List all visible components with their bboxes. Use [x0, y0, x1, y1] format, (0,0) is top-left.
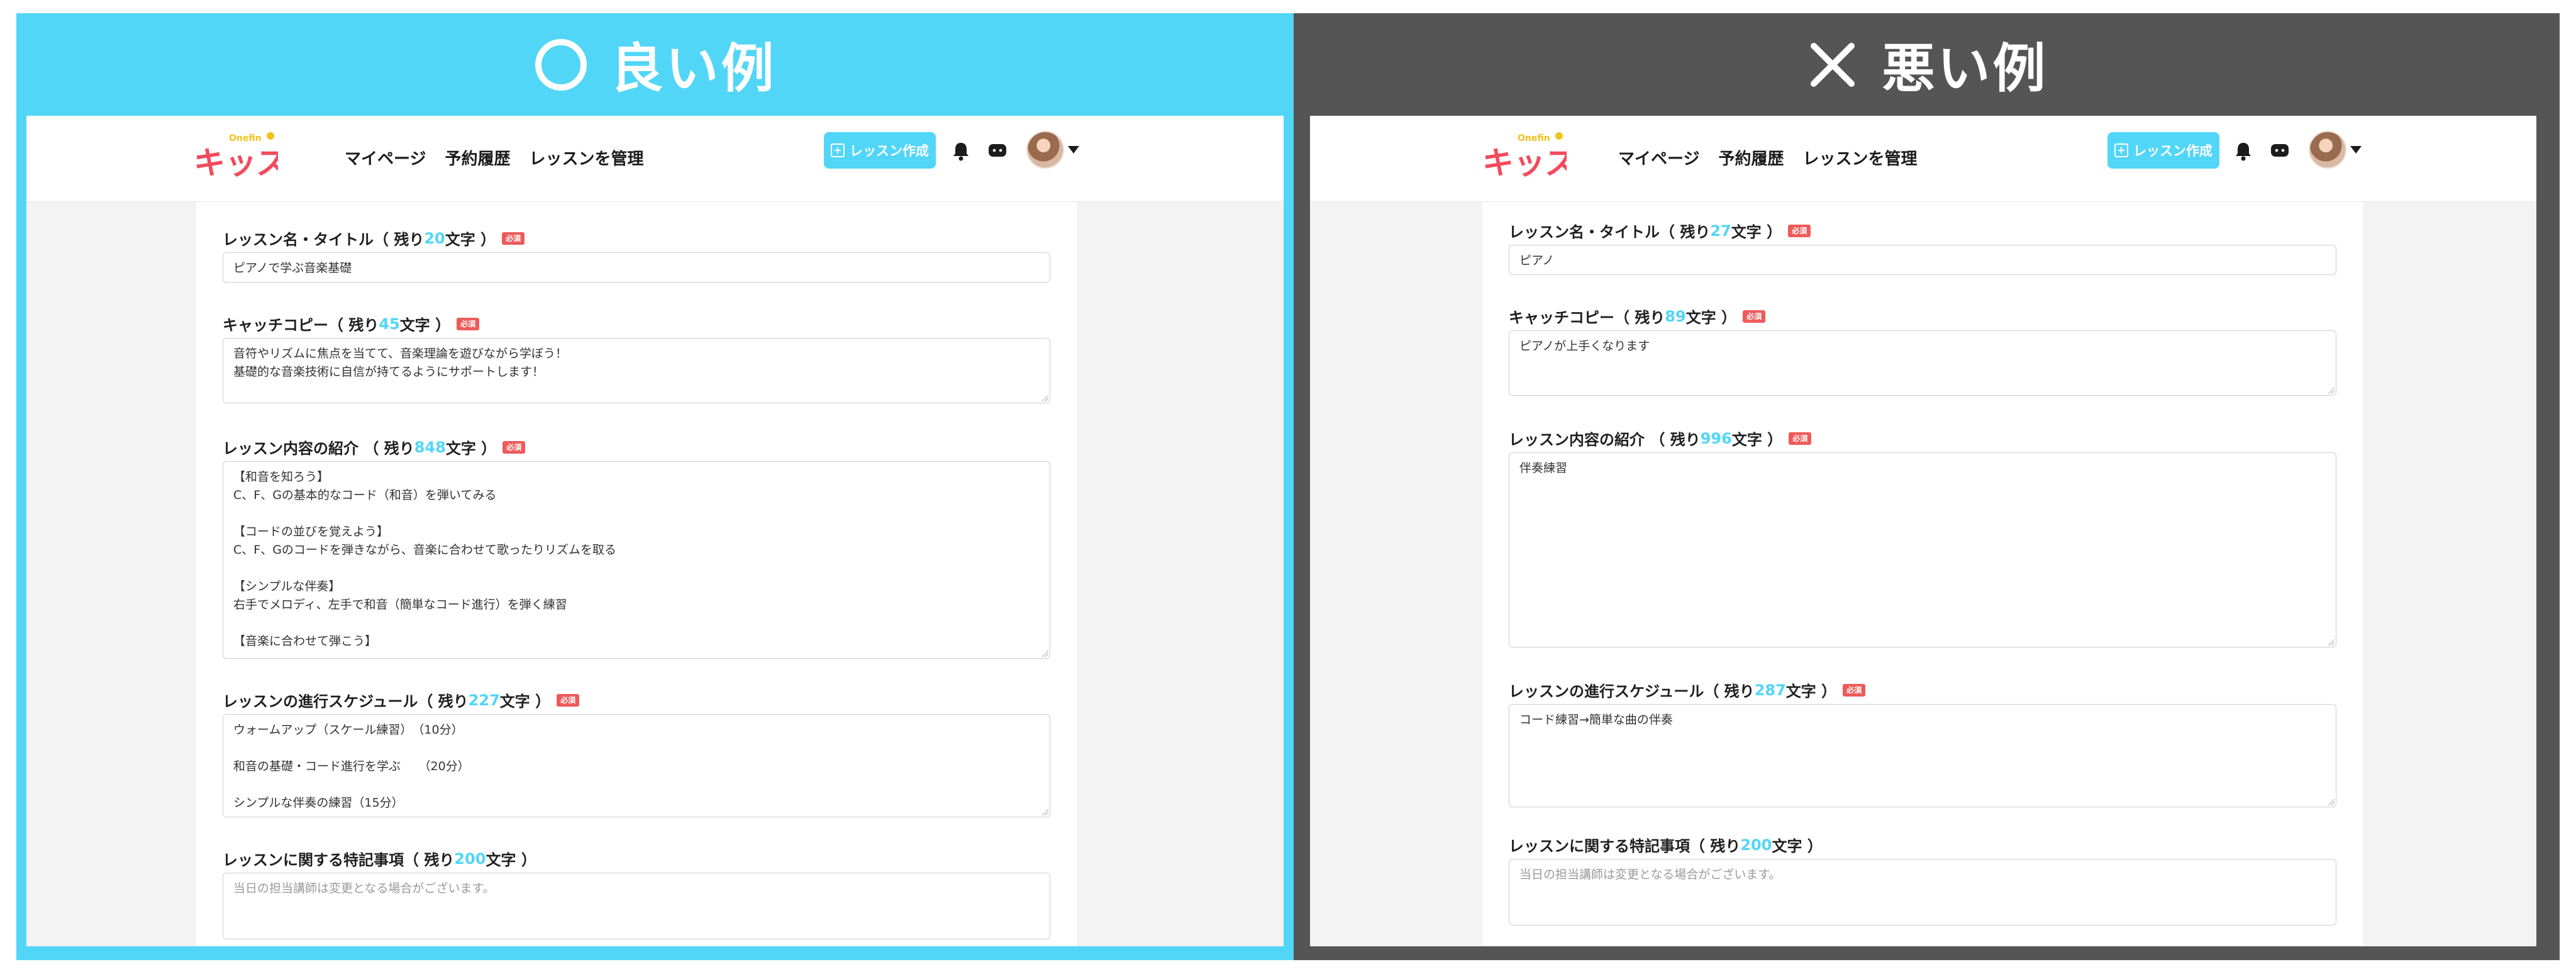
logo-main-text: キッズ: [194, 145, 278, 181]
required-badge: 必須: [1788, 224, 1811, 237]
create-lesson-label: レッスン作成: [850, 143, 929, 159]
cross-bad-icon: [1811, 42, 1855, 87]
bad-example-header: 悪い例: [1294, 13, 2560, 116]
main-nav: マイページ 予約履歴 レッスンを管理: [1618, 146, 1918, 169]
remaining-count: 27: [1710, 221, 1731, 240]
nav-manage-lessons[interactable]: レッスンを管理: [1803, 146, 1918, 169]
bell-icon[interactable]: [2232, 140, 2255, 162]
logo-small-text: Onefin: [229, 133, 262, 143]
field-catchcopy: キャッチコピー（ 残り 45 文字 ）必須 音符やリズムに焦点を当てて、音楽理論を遊…: [223, 313, 1050, 403]
lesson-title-input[interactable]: ピアノ: [1509, 245, 2336, 275]
remaining-count: 200: [1740, 836, 1772, 854]
good-example-title: 良い例: [610, 38, 777, 99]
bad-app-window: Onefin キッズ マイページ 予約履歴 レッスンを管理 レッスン作成 レッス…: [1310, 116, 2536, 946]
remaining-count: 89: [1665, 307, 1686, 325]
field-catchcopy: キャッチコピー（ 残り 89 文字 ）必須 ピアノが上手くなります: [1509, 305, 2336, 396]
field-schedule: レッスンの進行スケジュール（ 残り 227 文字 ）必須 ウォームアップ（スケール練…: [223, 689, 1050, 817]
field-notes: レッスンに関する特記事項（ 残り 200 文字 ） 当日の担当講師は変更となる場合が…: [223, 848, 1050, 939]
notes-textarea[interactable]: 当日の担当講師は変更となる場合がございます。: [1509, 859, 2336, 926]
field-label: キャッチコピー（ 残り 89 文字 ）必須: [1509, 305, 2336, 327]
chat-icon[interactable]: [2268, 140, 2291, 162]
circle-good-icon: [535, 38, 587, 91]
field-label: レッスン内容の紹介 （ 残り 996 文字 ）必須: [1509, 427, 2336, 449]
avatar[interactable]: [2309, 131, 2346, 169]
remaining-count: 996: [1700, 429, 1732, 447]
plus-icon: [831, 143, 845, 157]
lesson-intro-textarea[interactable]: 伴奏練習: [1509, 452, 2336, 647]
good-app-window: Onefin キッズ マイページ 予約履歴 レッスンを管理 レッスン作成 レッス…: [26, 116, 1284, 946]
field-schedule: レッスンの進行スケジュール（ 残り 287 文字 ）必須 コード練習→簡単な曲の伴奏: [1509, 679, 2336, 807]
good-example-header: 良い例: [16, 13, 1294, 116]
create-lesson-label: レッスン作成: [2133, 143, 2212, 159]
field-label: レッスンに関する特記事項（ 残り 200 文字 ）: [223, 849, 536, 870]
field-lesson-intro: レッスン内容の紹介 （ 残り 996 文字 ）必須 伴奏練習: [1509, 427, 2336, 647]
notes-textarea[interactable]: 当日の担当講師は変更となる場合がございます。: [223, 873, 1050, 939]
field-label: レッスン内容の紹介 （ 残り 848 文字 ）必須: [223, 436, 1050, 458]
lesson-intro-textarea[interactable]: 【和音を知ろう】 C、F、Gの基本的なコード（和音）を弾いてみる 【コードの並び…: [223, 461, 1050, 659]
field-lesson-title: レッスン名・タイトル（ 残り 20 文字 ）必須 ピアノで学ぶ音楽基礎: [223, 227, 1050, 283]
avatar[interactable]: [1026, 131, 1064, 169]
nav-booking-history[interactable]: 予約履歴: [445, 146, 510, 169]
plus-icon: [2114, 143, 2128, 157]
app-header: Onefin キッズ マイページ 予約履歴 レッスンを管理 レッスン作成: [26, 116, 1284, 202]
schedule-textarea[interactable]: ウォームアップ（スケール練習） （10分） 和音の基礎・コード進行を学ぶ （20…: [223, 714, 1050, 817]
catchcopy-textarea[interactable]: 音符やリズムに焦点を当てて、音楽理論を遊びながら学ぼう！ 基礎的な音楽技術に自信…: [223, 338, 1050, 403]
field-label: レッスンの進行スケジュール（ 残り 227 文字 ）必須: [223, 689, 1050, 711]
remaining-count: 287: [1754, 681, 1786, 699]
nav-mypage[interactable]: マイページ: [345, 146, 426, 169]
nav-mypage[interactable]: マイページ: [1618, 146, 1699, 169]
required-badge: 必須: [457, 317, 480, 330]
remaining-count: 848: [414, 438, 446, 456]
lesson-title-input[interactable]: ピアノで学ぶ音楽基礎: [223, 252, 1050, 283]
field-label: キャッチコピー（ 残り 45 文字 ）必須: [223, 313, 1050, 335]
required-badge: 必須: [502, 440, 526, 454]
lesson-form: レッスン名・タイトル（ 残り 20 文字 ）必須 ピアノで学ぶ音楽基礎 キャッチコピ…: [196, 202, 1077, 946]
field-label: レッスン名・タイトル（ 残り 20 文字 ）必須: [223, 227, 1050, 249]
logo-small-text: Onefin: [1518, 133, 1550, 143]
caret-down-icon[interactable]: [2350, 146, 2362, 154]
app-logo: Onefin キッズ: [194, 132, 278, 181]
app-header: Onefin キッズ マイページ 予約履歴 レッスンを管理 レッスン作成: [1310, 116, 2536, 202]
good-example-panel: 良い例 Onefin キッズ マイページ 予約履歴 レッスンを管理 レッスン作成: [16, 13, 1294, 960]
remaining-count: 200: [454, 849, 486, 868]
nav-booking-history[interactable]: 予約履歴: [1718, 146, 1784, 169]
required-badge: 必須: [502, 232, 525, 245]
logo-main-text: キッズ: [1482, 145, 1567, 181]
create-lesson-button[interactable]: レッスン作成: [824, 132, 936, 169]
bell-icon[interactable]: [950, 140, 972, 162]
create-lesson-button[interactable]: レッスン作成: [2107, 132, 2219, 169]
required-badge: 必須: [1843, 683, 1866, 697]
required-badge: 必須: [557, 693, 580, 707]
field-label: レッスンの進行スケジュール（ 残り 287 文字 ）必須: [1509, 679, 2336, 701]
bad-example-panel: 悪い例 Onefin キッズ マイページ 予約履歴 レッスンを管理 レッスン作成: [1294, 13, 2560, 960]
field-notes: レッスンに関する特記事項（ 残り 200 文字 ） 当日の担当講師は変更となる場合が…: [1509, 834, 2336, 926]
main-nav: マイページ 予約履歴 レッスンを管理: [345, 146, 644, 169]
field-label: レッスンに関する特記事項（ 残り 200 文字 ）: [1509, 836, 1823, 856]
chat-icon[interactable]: [986, 140, 1009, 162]
schedule-textarea[interactable]: コード練習→簡単な曲の伴奏: [1509, 704, 2336, 807]
lesson-form: レッスン名・タイトル（ 残り 27 文字 ）必須 ピアノ キャッチコピー（ 残り 89…: [1482, 202, 2363, 946]
remaining-count: 227: [468, 691, 500, 709]
field-lesson-title: レッスン名・タイトル（ 残り 27 文字 ）必須 ピアノ: [1509, 220, 2336, 275]
required-badge: 必須: [1789, 432, 1812, 445]
remaining-count: 45: [379, 315, 400, 333]
field-lesson-intro: レッスン内容の紹介 （ 残り 848 文字 ）必須 【和音を知ろう】 C、F、Gの基…: [223, 436, 1050, 659]
caret-down-icon[interactable]: [1068, 146, 1079, 154]
field-label: レッスン名・タイトル（ 残り 27 文字 ）必須: [1509, 220, 2336, 242]
bad-example-title: 悪い例: [1882, 38, 2048, 99]
remaining-count: 20: [424, 229, 445, 247]
nav-manage-lessons[interactable]: レッスンを管理: [530, 146, 644, 169]
required-badge: 必須: [1743, 310, 1766, 323]
catchcopy-textarea[interactable]: ピアノが上手くなります: [1509, 330, 2336, 396]
app-logo: Onefin キッズ: [1482, 132, 1567, 181]
